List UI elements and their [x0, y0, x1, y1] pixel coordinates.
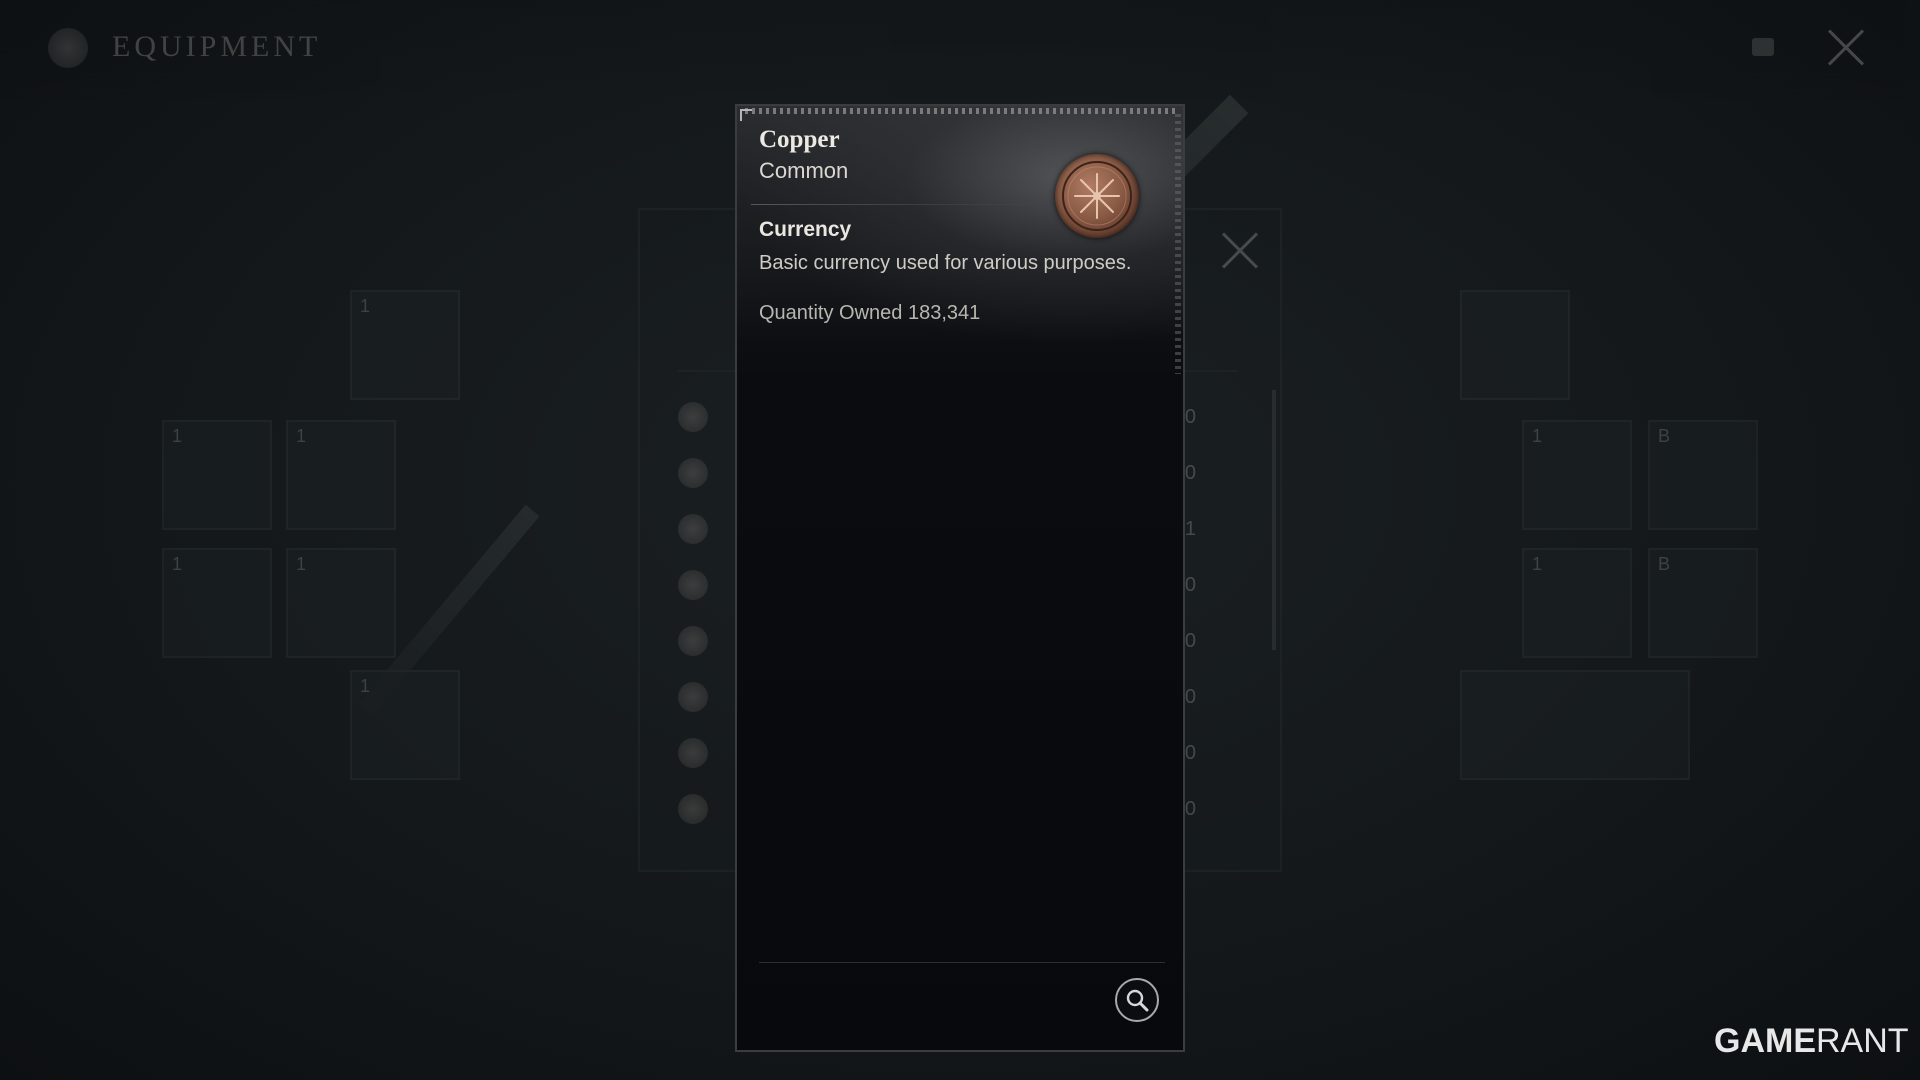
coin-icon	[678, 738, 708, 768]
equipment-slot-tool[interactable]: 1	[286, 548, 396, 658]
item-category: Currency	[759, 218, 852, 241]
gamerant-watermark-logo: GAMERANT	[1714, 1022, 1909, 1061]
currency-panel-scrollbar[interactable]	[1272, 390, 1276, 650]
currency-panel-close-button[interactable]	[1222, 232, 1258, 268]
equipment-slot-amulet-2[interactable]: B	[1648, 548, 1758, 658]
currency-toggle-icon[interactable]	[1752, 38, 1774, 56]
coin-icon	[678, 402, 708, 432]
quantity-label: Quantity Owned	[759, 302, 903, 324]
copper-coin-icon	[1055, 154, 1139, 238]
equipment-slot-ring-2[interactable]: B	[1648, 420, 1758, 530]
equipment-slot-armor[interactable]	[1460, 670, 1690, 780]
watermark-part-a: GAME	[1714, 1022, 1816, 1060]
magnifier-icon	[1126, 989, 1149, 1012]
equipment-slot-legs[interactable]: 1	[350, 670, 460, 780]
tooltip-footer-divider	[759, 962, 1165, 963]
coin-icon	[678, 458, 708, 488]
inspect-button[interactable]	[1115, 978, 1159, 1022]
item-description: Basic currency used for various purposes…	[759, 252, 1132, 274]
item-name: Copper	[759, 126, 840, 153]
quantity-value: 183,341	[907, 302, 981, 324]
equipment-emblem-icon	[48, 28, 88, 68]
equipment-slot-accessory[interactable]	[1460, 290, 1570, 400]
item-quantity: Quantity Owned 183,341	[759, 302, 980, 325]
equipment-slot-ring-1[interactable]: 1	[1522, 420, 1632, 530]
item-tooltip: Copper Common Currency Basic currency us…	[735, 104, 1185, 1052]
coin-icon	[678, 514, 708, 544]
item-rarity: Common	[759, 158, 849, 183]
equipment-header: EQUIPMENT	[0, 0, 1920, 100]
equipment-title: EQUIPMENT	[112, 30, 322, 63]
tooltip-top-border	[745, 108, 1177, 114]
tooltip-corner-ornament	[740, 109, 752, 121]
feather-icon	[678, 570, 708, 600]
equipment-slot-offhand[interactable]: 1	[286, 420, 396, 530]
equipment-slot-bow[interactable]: 1	[162, 548, 272, 658]
watermark-part-b: RANT	[1816, 1022, 1909, 1060]
equipment-slot-weapon[interactable]: 1	[162, 420, 272, 530]
pouch-icon	[678, 626, 708, 656]
tooltip-right-border	[1175, 114, 1181, 374]
tooltip-header-divider	[751, 204, 1051, 205]
equipment-slot-head[interactable]: 1	[350, 290, 460, 400]
equipment-slot-amulet-1[interactable]: 1	[1522, 548, 1632, 658]
token-icon	[678, 794, 708, 824]
ore-icon	[678, 682, 708, 712]
close-screen-button[interactable]	[1826, 28, 1866, 68]
